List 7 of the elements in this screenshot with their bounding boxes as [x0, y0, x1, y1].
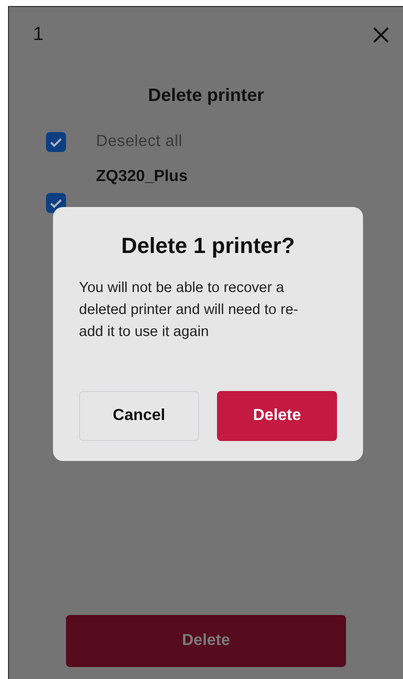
- page-title: Delete printer: [148, 85, 264, 106]
- dialog-title: Delete 1 printer?: [121, 233, 295, 259]
- cancel-button[interactable]: Cancel: [79, 391, 199, 441]
- dialog-message: You will not be able to recover a deleted printer and will need to re-add it to use it again: [79, 279, 300, 342]
- printer-name: ZQ320_Plus: [96, 168, 188, 186]
- confirm-delete-button[interactable]: Delete: [217, 391, 337, 441]
- selected-count: 1: [33, 24, 44, 46]
